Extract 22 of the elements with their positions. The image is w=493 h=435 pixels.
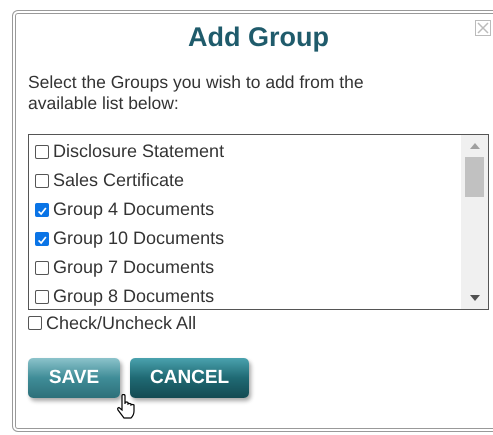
hand-cursor-icon <box>116 394 136 420</box>
checkbox[interactable] <box>35 174 49 188</box>
checkbox[interactable] <box>35 260 49 274</box>
checkbox[interactable] <box>28 316 42 330</box>
group-label[interactable]: Group 8 Documents <box>53 286 214 307</box>
checkbox[interactable] <box>35 202 49 216</box>
checkbox[interactable] <box>35 144 49 158</box>
dialog-title: Add Group <box>188 21 329 54</box>
cancel-button[interactable]: CANCEL <box>130 358 249 398</box>
scrollbar[interactable] <box>461 135 488 309</box>
group-label[interactable]: Sales Certificate <box>53 170 184 191</box>
scroll-down-icon[interactable] <box>470 295 480 301</box>
checkbox[interactable] <box>35 290 49 304</box>
group-label[interactable]: Group 10 Documents <box>53 228 224 249</box>
instructions-text: Select the Groups you wish to add from the available list below: <box>28 72 365 114</box>
group-label[interactable]: Group 4 Documents <box>53 199 214 220</box>
save-button[interactable]: SAVE <box>28 358 120 398</box>
checkbox[interactable] <box>35 232 49 246</box>
check-all-label[interactable]: Check/Uncheck All <box>46 312 196 334</box>
scroll-thumb[interactable] <box>465 157 484 197</box>
group-label[interactable]: Disclosure Statement <box>53 141 224 162</box>
group-label[interactable]: Group 7 Documents <box>53 257 214 278</box>
